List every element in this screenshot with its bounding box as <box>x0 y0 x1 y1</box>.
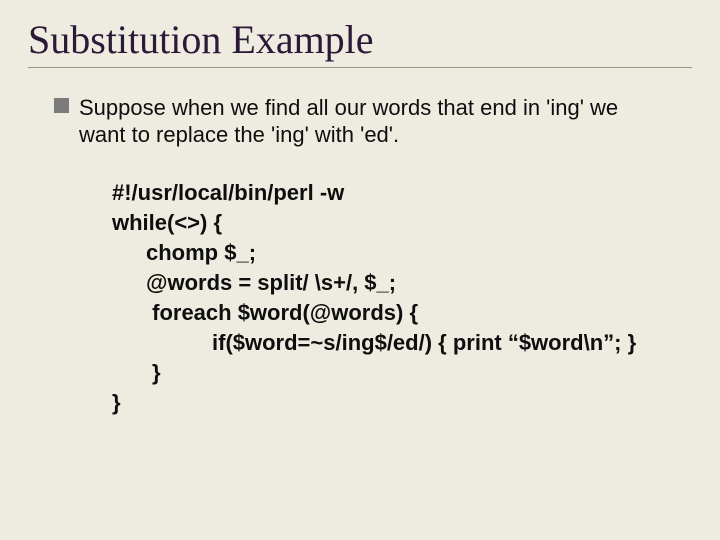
title-divider <box>28 67 692 68</box>
slide: Substitution Example Suppose when we fin… <box>0 0 720 540</box>
code-line: if($word=~s/ing$/ed/) { print “$word\n”;… <box>112 328 692 358</box>
code-line: foreach $word(@words) { <box>112 298 692 328</box>
code-line: chomp $_; <box>112 238 692 268</box>
bullet-text: Suppose when we find all our words that … <box>79 94 664 148</box>
code-block: #!/usr/local/bin/perl -w while(<>) { cho… <box>112 178 692 418</box>
code-line: } <box>112 388 692 418</box>
bullet-item: Suppose when we find all our words that … <box>54 94 664 148</box>
code-line: @words = split/ \s+/, $_; <box>112 268 692 298</box>
code-line: } <box>112 358 692 388</box>
slide-title: Substitution Example <box>28 16 692 63</box>
code-line: while(<>) { <box>112 208 692 238</box>
square-bullet-icon <box>54 98 69 113</box>
code-line: #!/usr/local/bin/perl -w <box>112 178 692 208</box>
